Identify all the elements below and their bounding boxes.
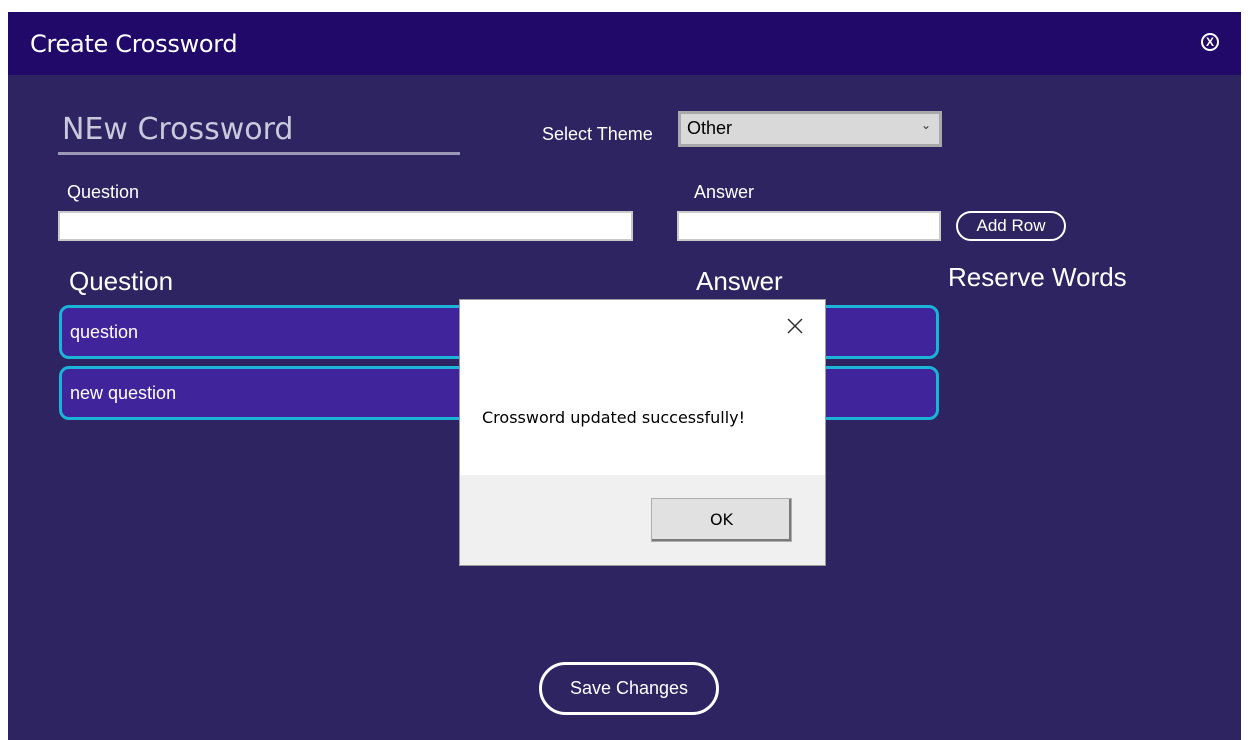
theme-select[interactable]: Other ⌄ <box>678 111 942 147</box>
close-circle-icon[interactable]: X <box>1201 33 1219 51</box>
close-icon[interactable] <box>783 314 807 338</box>
question-row-text: new question <box>70 383 177 403</box>
answer-label: Answer <box>694 182 755 202</box>
question-input[interactable] <box>58 211 633 241</box>
theme-select-value: Other <box>687 118 733 138</box>
chevron-down-icon: ⌄ <box>920 118 931 132</box>
message-dialog: Crossword updated successfully! OK <box>460 300 825 565</box>
dialog-footer: OK <box>460 475 825 565</box>
dialog-message: Crossword updated successfully! <box>482 408 746 427</box>
add-row-button[interactable]: Add Row <box>956 211 1066 241</box>
reserve-words-header: Reserve Words <box>948 262 1127 292</box>
question-row-text: question <box>70 322 139 342</box>
theme-label: Select Theme <box>542 124 653 144</box>
answer-column-header: Answer <box>696 266 783 296</box>
ok-button[interactable]: OK <box>651 498 792 542</box>
crossword-name-input[interactable] <box>58 107 460 155</box>
save-changes-button[interactable]: Save Changes <box>539 662 719 715</box>
question-label: Question <box>67 182 140 202</box>
question-column-header: Question <box>69 266 174 296</box>
answer-input[interactable] <box>677 211 941 241</box>
window-title: Create Crossword <box>30 30 238 58</box>
title-bar: Create Crossword X <box>8 12 1241 75</box>
